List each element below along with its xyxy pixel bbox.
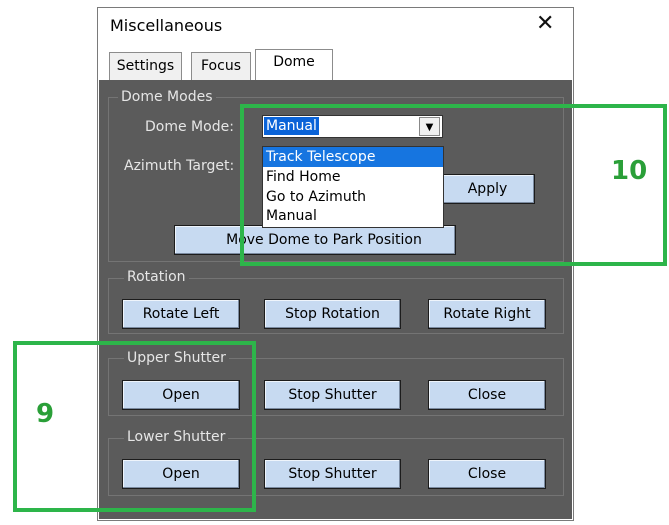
lower-close-button[interactable]: Close [428, 459, 546, 489]
group-label-dome-modes: Dome Modes [118, 89, 216, 105]
tab-focus[interactable]: Focus [191, 52, 251, 80]
lower-stop-shutter-button[interactable]: Stop Shutter [264, 459, 401, 489]
dome-mode-label: Dome Mode: [145, 119, 234, 135]
upper-stop-shutter-button[interactable]: Stop Shutter [264, 380, 401, 410]
rotate-right-button[interactable]: Rotate Right [428, 299, 546, 329]
azimuth-target-label: Azimuth Target: [124, 158, 235, 174]
rotate-left-button[interactable]: Rotate Left [122, 299, 240, 329]
group-label-rotation: Rotation [124, 269, 189, 285]
tab-dome[interactable]: Dome [255, 49, 333, 81]
close-icon[interactable]: ✕ [536, 11, 554, 36]
tab-settings[interactable]: Settings [109, 52, 182, 80]
annotation-number-10: 10 [611, 156, 648, 186]
window-title: Miscellaneous [110, 16, 223, 35]
annotation-number-9: 9 [36, 399, 55, 429]
annotation-box-10 [240, 104, 667, 266]
upper-close-button[interactable]: Close [428, 380, 546, 410]
stop-rotation-button[interactable]: Stop Rotation [264, 299, 401, 329]
